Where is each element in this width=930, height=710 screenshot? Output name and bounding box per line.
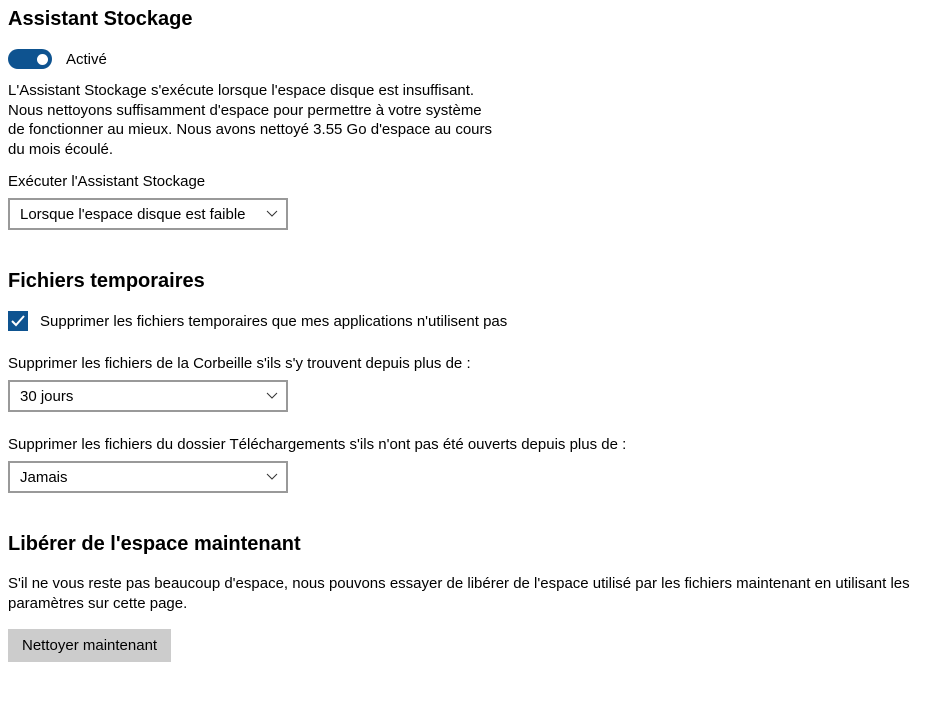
- storage-assistant-toggle[interactable]: [8, 49, 52, 69]
- recycle-bin-group: Supprimer les fichiers de la Corbeille s…: [8, 355, 922, 412]
- chevron-down-icon: [266, 471, 278, 483]
- delete-unused-row: Supprimer les fichiers temporaires que m…: [8, 311, 922, 331]
- clean-now-button[interactable]: Nettoyer maintenant: [8, 629, 171, 662]
- recycle-bin-value: 30 jours: [20, 388, 73, 405]
- recycle-bin-label: Supprimer les fichiers de la Corbeille s…: [8, 355, 922, 372]
- temp-files-heading: Fichiers temporaires: [8, 270, 922, 293]
- storage-assistant-heading: Assistant Stockage: [8, 8, 922, 31]
- chevron-down-icon: [266, 208, 278, 220]
- run-assistant-label: Exécuter l'Assistant Stockage: [8, 173, 922, 190]
- free-space-description: S'il ne vous reste pas beaucoup d'espace…: [8, 574, 918, 615]
- downloads-value: Jamais: [20, 469, 68, 486]
- temp-files-section: Fichiers temporaires Supprimer les fichi…: [8, 270, 922, 493]
- delete-unused-checkbox[interactable]: [8, 311, 28, 331]
- storage-assistant-section: Assistant Stockage Activé L'Assistant St…: [8, 8, 922, 230]
- run-assistant-select[interactable]: Lorsque l'espace disque est faible: [8, 198, 288, 230]
- storage-assistant-toggle-row: Activé: [8, 49, 922, 69]
- storage-assistant-description: L'Assistant Stockage s'exécute lorsque l…: [8, 81, 498, 159]
- downloads-label: Supprimer les fichiers du dossier Téléch…: [8, 436, 922, 453]
- chevron-down-icon: [266, 390, 278, 402]
- free-space-section: Libérer de l'espace maintenant S'il ne v…: [8, 533, 922, 662]
- downloads-group: Supprimer les fichiers du dossier Téléch…: [8, 436, 922, 493]
- run-assistant-value: Lorsque l'espace disque est faible: [20, 206, 246, 223]
- recycle-bin-select[interactable]: 30 jours: [8, 380, 288, 412]
- free-space-heading: Libérer de l'espace maintenant: [8, 533, 922, 556]
- toggle-knob: [37, 54, 48, 65]
- delete-unused-label: Supprimer les fichiers temporaires que m…: [40, 313, 507, 330]
- downloads-select[interactable]: Jamais: [8, 461, 288, 493]
- storage-assistant-toggle-label: Activé: [66, 51, 107, 68]
